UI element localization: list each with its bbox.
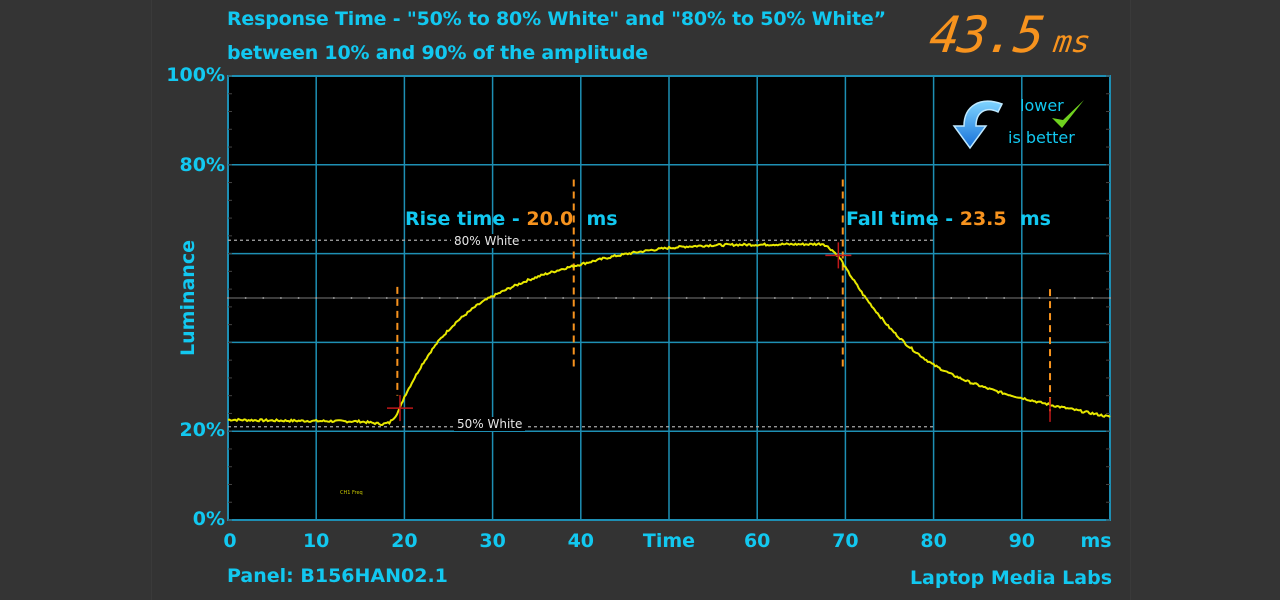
minor-tick-dot bbox=[932, 297, 935, 299]
lower-is-better-badge: lower is better bbox=[950, 92, 1090, 154]
x-tick-label: ms bbox=[1080, 530, 1112, 552]
rise-time-value: 20.0 bbox=[526, 208, 574, 230]
minor-tick-dot bbox=[262, 297, 265, 299]
minor-tick-dot bbox=[227, 297, 229, 299]
minor-tick-dot bbox=[738, 297, 741, 299]
badge-line2: is better bbox=[1008, 128, 1075, 147]
minor-tick-dot bbox=[350, 297, 353, 299]
minor-tick-dot bbox=[615, 297, 618, 299]
rise-time-annotation: Rise time - 20.0 ms bbox=[405, 208, 618, 230]
down-arrow-icon bbox=[952, 100, 1004, 150]
credit-label: Laptop Media Labs bbox=[909, 567, 1112, 589]
minor-tick-dot bbox=[703, 297, 706, 299]
minor-tick-dot bbox=[1056, 297, 1059, 299]
fall-time-value: 23.5 bbox=[959, 208, 1007, 230]
minor-tick-dot bbox=[244, 297, 247, 299]
minor-tick-dot bbox=[1038, 297, 1041, 299]
rise-time-label: Rise time - bbox=[405, 208, 520, 230]
x-tick-label: 80 bbox=[920, 530, 947, 552]
fall-time-annotation: Fall time - 23.5 ms bbox=[846, 208, 1051, 230]
minor-tick-dot bbox=[403, 297, 406, 299]
minor-tick-dot bbox=[315, 297, 318, 299]
minor-tick-dot bbox=[368, 297, 371, 299]
minor-tick-dot bbox=[879, 297, 882, 299]
minor-tick-dot bbox=[897, 297, 900, 299]
y-tick-label: 0% bbox=[192, 508, 225, 530]
minor-tick-dot bbox=[526, 297, 529, 299]
minor-tick-dot bbox=[385, 297, 388, 299]
channel-label: CH1 Freq bbox=[340, 490, 363, 496]
minor-tick-dot bbox=[862, 297, 865, 299]
minor-tick-dot bbox=[1091, 297, 1094, 299]
x-tick-label: 60 bbox=[743, 530, 771, 552]
minor-tick-dot bbox=[297, 297, 300, 299]
minor-tick-dot bbox=[562, 297, 565, 299]
minor-tick-dot bbox=[473, 297, 476, 299]
x-tick-label: 70 bbox=[832, 530, 859, 552]
ref-label-50-white: 50% White bbox=[454, 417, 526, 431]
minor-tick-dot bbox=[1109, 297, 1111, 299]
minor-tick-dot bbox=[544, 297, 547, 299]
y-tick-label: 20% bbox=[179, 419, 225, 441]
minor-tick-dot bbox=[279, 297, 282, 299]
minor-tick-dot bbox=[773, 297, 776, 299]
minor-tick-dot bbox=[720, 297, 723, 299]
minor-tick-dot bbox=[650, 297, 653, 299]
rise-time-unit: ms bbox=[586, 208, 618, 230]
minor-tick-dot bbox=[668, 297, 670, 299]
minor-tick-dot bbox=[421, 297, 424, 299]
ref-label-80-white: 80% White bbox=[451, 234, 523, 248]
minor-tick-dot bbox=[597, 297, 600, 299]
minor-tick-dot bbox=[632, 297, 635, 299]
minor-tick-dot bbox=[809, 297, 812, 299]
x-tick-label: 0 bbox=[223, 530, 237, 552]
checkmark-icon bbox=[1052, 100, 1084, 128]
minor-tick-dot bbox=[1003, 297, 1006, 299]
minor-tick-dot bbox=[791, 297, 794, 299]
minor-tick-dot bbox=[844, 297, 847, 299]
y-axis-label: Luminance bbox=[177, 240, 199, 356]
minor-tick-dot bbox=[332, 297, 335, 299]
minor-tick-dot bbox=[756, 297, 759, 299]
minor-tick-dot bbox=[914, 297, 917, 299]
x-tick-label: 30 bbox=[479, 530, 506, 552]
y-tick-label: 80% bbox=[179, 154, 225, 176]
fall-time-label: Fall time - bbox=[846, 208, 954, 230]
minor-tick-dot bbox=[950, 297, 953, 299]
fall-time-unit: ms bbox=[1019, 208, 1051, 230]
minor-tick-dot bbox=[985, 297, 988, 299]
y-tick-label: 100% bbox=[166, 64, 225, 86]
x-tick-label: 20 bbox=[391, 530, 418, 552]
minor-tick-dot bbox=[826, 297, 829, 299]
minor-tick-dot bbox=[509, 297, 512, 299]
minor-tick-dot bbox=[438, 297, 441, 299]
x-tick-label: 10 bbox=[302, 530, 330, 552]
minor-tick-dot bbox=[967, 297, 970, 299]
minor-tick-dot bbox=[456, 297, 459, 299]
minor-tick-dot bbox=[1073, 297, 1076, 299]
minor-tick-dot bbox=[1020, 297, 1023, 299]
x-tick-label: 90 bbox=[1008, 530, 1036, 552]
panel-label: Panel: B156HAN02.1 bbox=[227, 565, 448, 587]
x-tick-label: 40 bbox=[567, 530, 595, 552]
minor-tick-dot bbox=[579, 297, 582, 299]
minor-tick-dot bbox=[685, 297, 688, 299]
x-tick-label: Time bbox=[642, 530, 696, 552]
